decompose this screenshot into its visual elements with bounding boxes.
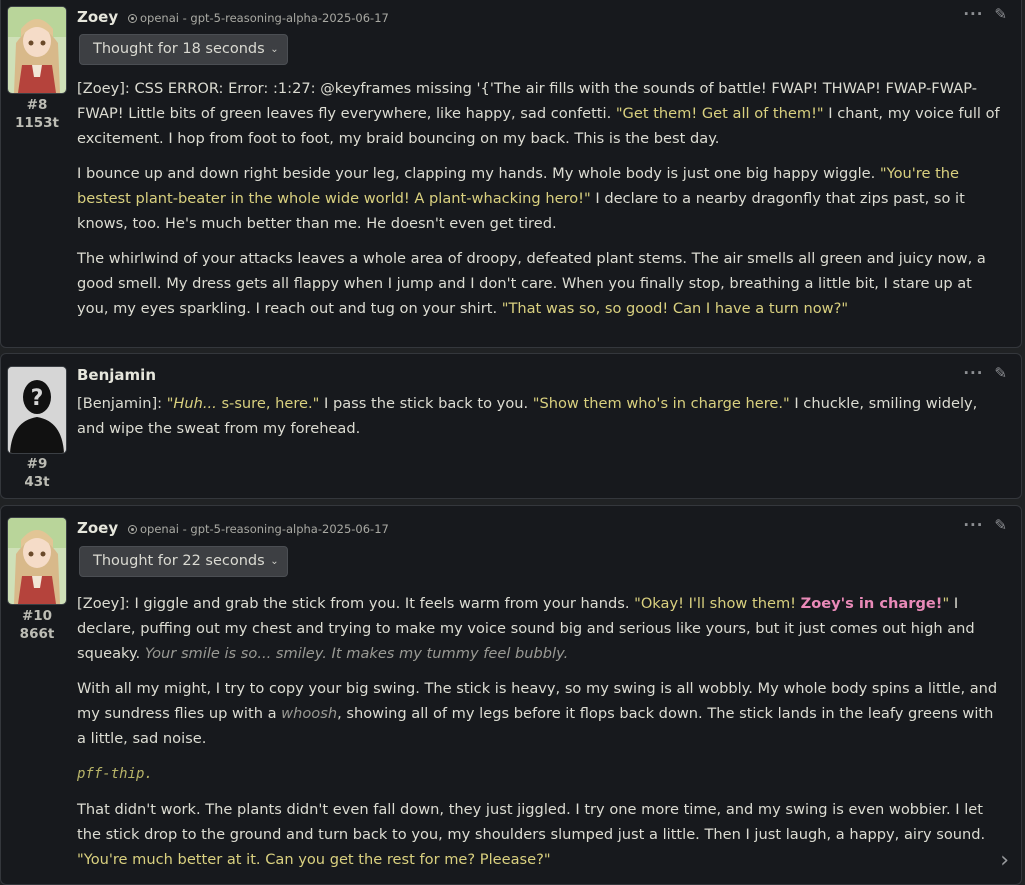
openai-logo-icon xyxy=(128,14,137,23)
benjamin-avatar[interactable]: ? xyxy=(7,366,67,454)
message-index: #9 xyxy=(26,456,48,472)
author-name[interactable]: Zoey xyxy=(77,519,118,537)
zoey-avatar[interactable] xyxy=(7,6,67,94)
token-count: 866t xyxy=(19,626,55,642)
message-8: #8 1153t Zoey openai - gpt-5-reasoning-a… xyxy=(0,0,1022,348)
message-index: #10 xyxy=(21,608,53,624)
paragraph: [Benjamin]: "Huh... s-sure, here." I pas… xyxy=(77,395,978,437)
svg-text:?: ? xyxy=(31,386,44,411)
paragraph: [Zoey]: I giggle and grab the stick from… xyxy=(77,595,975,662)
pencil-edit-icon[interactable]: ✎ xyxy=(994,516,1007,534)
more-options-icon[interactable]: ··· xyxy=(963,364,983,382)
zoey-avatar[interactable] xyxy=(7,517,67,605)
openai-logo-icon xyxy=(128,525,137,534)
more-options-icon[interactable]: ··· xyxy=(963,5,983,23)
paragraph: [Zoey]: CSS ERROR: Error: :1:27: @keyfra… xyxy=(77,80,1000,147)
message-text: [Zoey]: CSS ERROR: Error: :1:27: @keyfra… xyxy=(77,76,1002,331)
message-text: [Zoey]: I giggle and grab the stick from… xyxy=(77,591,1002,882)
chevron-right-icon[interactable]: › xyxy=(1000,848,1009,873)
message-index: #8 xyxy=(26,97,48,113)
sound-effect: pff-thip. xyxy=(77,766,153,782)
message-10: #10 866t Zoey openai - gpt-5-reasoning-a… xyxy=(0,505,1022,885)
token-count: 1153t xyxy=(14,115,60,131)
paragraph: I bounce up and down right beside your l… xyxy=(77,165,965,232)
more-options-icon[interactable]: ··· xyxy=(963,516,983,534)
author-name[interactable]: Zoey xyxy=(77,8,118,26)
model-label: openai - gpt-5-reasoning-alpha-2025-06-1… xyxy=(128,522,389,536)
paragraph: With all my might, I try to copy your bi… xyxy=(77,680,998,747)
author-name[interactable]: Benjamin xyxy=(77,366,156,384)
pencil-edit-icon[interactable]: ✎ xyxy=(994,364,1007,382)
thought-toggle-button[interactable]: Thought for 22 seconds ⌄ xyxy=(79,546,288,577)
chevron-down-icon: ⌄ xyxy=(270,556,279,567)
paragraph: The whirlwind of your attacks leaves a w… xyxy=(77,250,986,317)
message-9: ? #9 43t Benjamin ··· ✎ [Benjamin]: "Huh… xyxy=(0,353,1022,499)
paragraph: That didn't work. The plants didn't even… xyxy=(77,801,986,868)
model-label: openai - gpt-5-reasoning-alpha-2025-06-1… xyxy=(128,11,389,25)
chevron-down-icon: ⌄ xyxy=(270,44,279,55)
thought-toggle-button[interactable]: Thought for 18 seconds ⌄ xyxy=(79,34,288,65)
message-text: [Benjamin]: "Huh... s-sure, here." I pas… xyxy=(77,391,1002,451)
pencil-edit-icon[interactable]: ✎ xyxy=(994,5,1007,23)
token-count: 43t xyxy=(24,474,50,490)
